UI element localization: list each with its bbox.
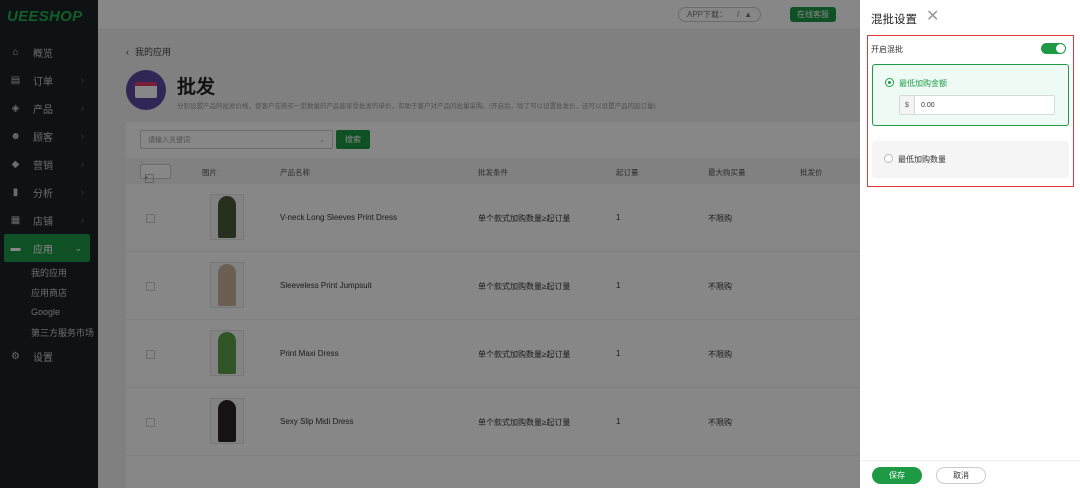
- drawer-title: 混批设置: [871, 14, 917, 26]
- radio-min-amount[interactable]: [885, 78, 894, 87]
- option-min-amount[interactable]: 最低加购金额 $ 0.00: [872, 64, 1069, 126]
- option-min-quantity-label: 最低加购数量: [898, 155, 946, 164]
- toggle-knob: [1056, 44, 1065, 53]
- radio-min-quantity[interactable]: [884, 154, 893, 163]
- save-button[interactable]: 保存: [872, 467, 922, 484]
- cancel-button[interactable]: 取消: [936, 467, 986, 484]
- close-icon[interactable]: ✕: [926, 9, 939, 25]
- option-min-amount-label: 最低加购金额: [899, 79, 947, 88]
- mixed-wholesale-toggle[interactable]: [1041, 43, 1066, 54]
- min-amount-field[interactable]: $ 0.00: [899, 95, 1055, 115]
- currency-prefix: $: [900, 96, 915, 114]
- modal-overlay[interactable]: [0, 0, 860, 488]
- toggle-label: 开启混批: [871, 45, 903, 54]
- drawer-footer: 保存 取消: [860, 460, 1080, 488]
- option-min-quantity[interactable]: 最低加购数量: [872, 141, 1069, 178]
- mixed-wholesale-drawer: 混批设置 ✕ 开启混批 最低加购金额 $ 0.00 最低加购数量: [860, 0, 1080, 488]
- min-amount-value: 0.00: [921, 101, 935, 109]
